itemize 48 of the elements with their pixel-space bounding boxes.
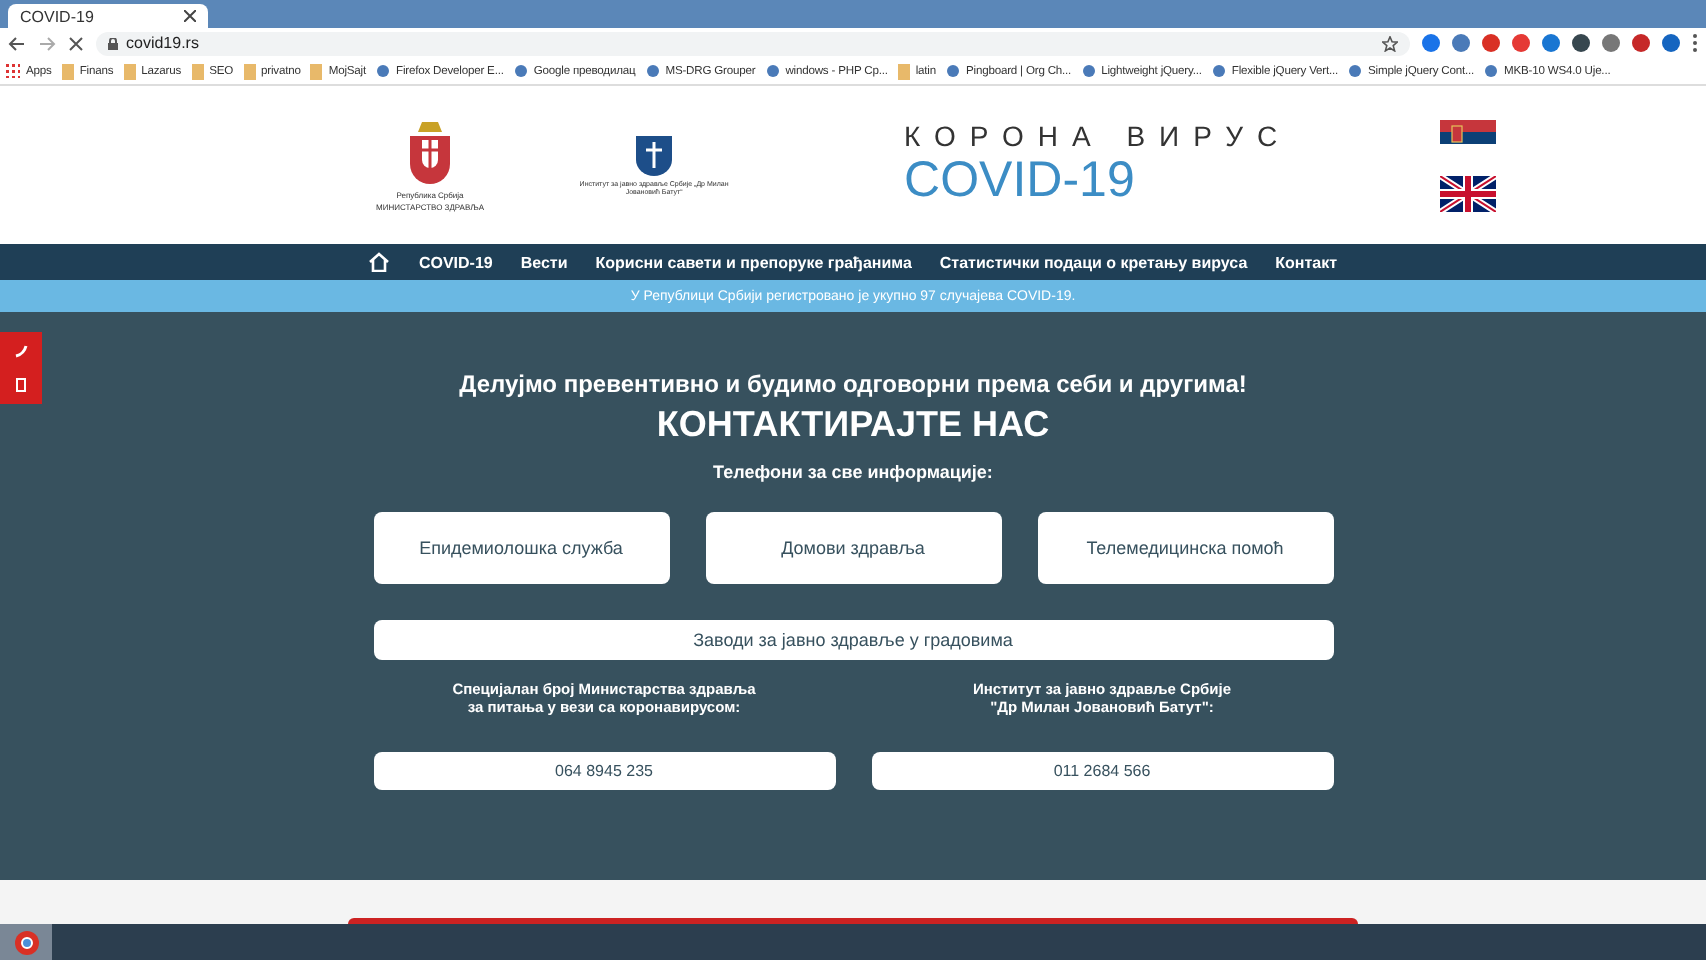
site-icon: [376, 64, 390, 78]
phone-number-button[interactable]: 011 2684 566: [871, 752, 1333, 790]
flag-icon[interactable]: [1440, 175, 1497, 211]
browser-app-icon[interactable]: [13, 930, 39, 956]
site-icon: [1211, 64, 1226, 78]
institute-logo-icon: [636, 135, 673, 175]
site-icon: [765, 64, 780, 78]
close-icon[interactable]: [184, 10, 196, 22]
contact-subtitle: Телефони за све информације:: [713, 462, 993, 482]
contact-heading: КОНТАКТИРАЈТЕ НАС: [656, 404, 1050, 446]
site-icon: [946, 64, 960, 78]
phone-icon[interactable]: [14, 344, 28, 358]
back-icon[interactable]: [8, 35, 26, 51]
overline-text: КОРОНА ВИРУС: [904, 120, 1294, 152]
mobile-phone-icon[interactable]: [16, 378, 26, 392]
contact-button[interactable]: Телемедицинска помоћ: [1037, 512, 1333, 584]
browser-tab[interactable]: COVID-19: [8, 4, 208, 28]
slogan-text: Делујмо превентивно и будимо одговорни према себи и другима!: [459, 370, 1247, 398]
nav-link[interactable]: Вести: [520, 253, 568, 271]
site-icon: [513, 64, 528, 78]
stop-icon[interactable]: [68, 35, 84, 51]
folder-icon: [310, 63, 323, 79]
menu-icon[interactable]: [1692, 34, 1698, 52]
folder-icon: [123, 63, 136, 79]
tab-title: COVID-19: [20, 7, 94, 25]
site-title: COVID-19: [904, 152, 1137, 210]
site-icon: [1081, 64, 1096, 78]
coat-of-arms-icon: [406, 119, 455, 187]
site-icon: [1484, 64, 1499, 78]
site-icon: [645, 64, 660, 78]
nav-link[interactable]: Корисни савети и препоруке грађанима: [595, 253, 912, 271]
lock-icon: [108, 37, 118, 49]
nav-link[interactable]: Статистички подаци о кретању вируса: [939, 253, 1248, 271]
folder-icon: [243, 63, 256, 79]
star-icon[interactable]: [1382, 35, 1398, 51]
contact-button[interactable]: Заводи за јавно здравље у градовима: [373, 620, 1333, 660]
phone-number-button[interactable]: 064 8945 235: [373, 752, 835, 790]
apps-grid-icon: [6, 64, 20, 78]
folder-icon: [897, 63, 910, 79]
folder-icon: [61, 63, 74, 79]
site-icon: [1348, 64, 1363, 78]
contact-button[interactable]: Епидемиолошка служба: [373, 512, 669, 584]
contact-button[interactable]: Домови здравља: [705, 512, 1001, 584]
address-bar[interactable]: covid19.rs: [96, 31, 1410, 55]
nav-link[interactable]: Контакт: [1275, 253, 1338, 271]
folder-icon: [191, 63, 204, 79]
nav-link[interactable]: COVID-19: [418, 253, 493, 271]
home-icon[interactable]: [368, 252, 391, 272]
